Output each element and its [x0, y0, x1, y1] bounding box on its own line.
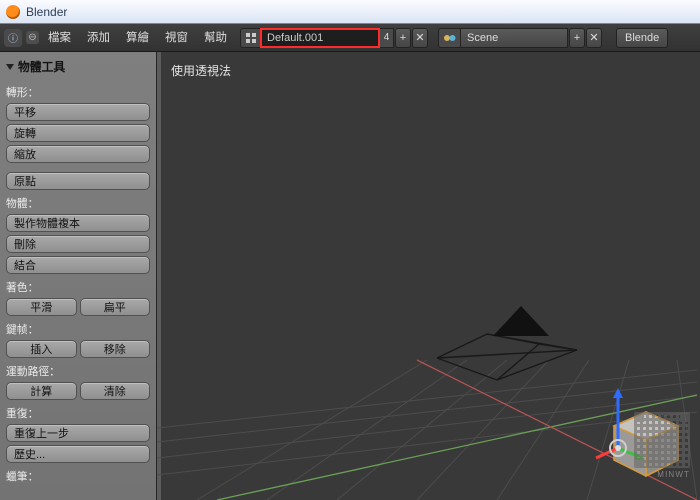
scene-name-input[interactable]	[460, 28, 568, 48]
screen-layout-chooser: 4 + ✕	[240, 28, 428, 48]
scene-add-button[interactable]: +	[569, 28, 585, 48]
keyframe-insert-button[interactable]: 插入	[6, 340, 77, 358]
menu-window[interactable]: 視窗	[158, 24, 195, 52]
rotate-button[interactable]: 旋轉	[6, 124, 150, 142]
window-title: Blender	[26, 5, 67, 19]
translate-button[interactable]: 平移	[6, 103, 150, 121]
info-header: ⓘ ⊖ 檔案 添加 算繪 視窗 幫助 4 + ✕ + ✕ Blende	[0, 24, 700, 52]
duplicate-button[interactable]: 製作物體複本	[6, 214, 150, 232]
shade-smooth-button[interactable]: 平滑	[6, 298, 77, 316]
blender-logo-icon	[6, 5, 20, 19]
menu-add[interactable]: 添加	[80, 24, 117, 52]
menu-file[interactable]: 檔案	[41, 24, 78, 52]
label-greasepencil: 蠟筆：	[6, 468, 150, 484]
scene-chooser: + ✕	[438, 28, 602, 48]
watermark-text: MINWT	[620, 470, 690, 479]
screen-layout-add-button[interactable]: +	[395, 28, 411, 48]
motionpath-row: 計算 清除	[6, 382, 150, 400]
3d-viewport[interactable]: 使用透視法	[157, 52, 700, 500]
window-titlebar: Blender	[0, 0, 700, 24]
history-button[interactable]: 歷史...	[6, 445, 150, 463]
panel-title: 物體工具	[18, 58, 65, 75]
collapse-menu-toggle[interactable]: ⊖	[26, 31, 39, 44]
disclosure-triangle-icon	[6, 64, 14, 70]
motionpath-clear-button[interactable]: 清除	[80, 382, 151, 400]
persp-label: 使用透視法	[171, 62, 231, 79]
scale-button[interactable]: 縮放	[6, 145, 150, 163]
screen-layout-users[interactable]: 4	[380, 28, 394, 48]
label-repeat: 重復：	[6, 405, 150, 421]
shade-flat-button[interactable]: 扁平	[80, 298, 151, 316]
join-button[interactable]: 結合	[6, 256, 150, 274]
tool-shelf: 物體工具 轉形： 平移 旋轉 縮放 原點 物體： 製作物體複本 刪除 結合 著色…	[0, 52, 157, 500]
render-engine-selector[interactable]: Blende	[616, 28, 668, 48]
qr-icon	[634, 412, 690, 468]
keyframes-row: 插入 移除	[6, 340, 150, 358]
delete-button[interactable]: 刪除	[6, 235, 150, 253]
shading-row: 平滑 扁平	[6, 298, 150, 316]
repeat-last-button[interactable]: 重復上一步	[6, 424, 150, 442]
watermark: MINWT	[620, 412, 690, 482]
screen-layout-delete-button[interactable]: ✕	[412, 28, 428, 48]
scene-delete-button[interactable]: ✕	[586, 28, 602, 48]
label-transform: 轉形：	[6, 84, 150, 100]
origin-button[interactable]: 原點	[6, 172, 150, 190]
editor-type-icon[interactable]: ⓘ	[4, 29, 22, 47]
label-object: 物體：	[6, 195, 150, 211]
keyframe-remove-button[interactable]: 移除	[80, 340, 151, 358]
screen-layout-name-input[interactable]	[260, 28, 380, 48]
motionpath-calculate-button[interactable]: 計算	[6, 382, 77, 400]
panel-header[interactable]: 物體工具	[6, 58, 150, 75]
label-keyframes: 鍵帧：	[6, 321, 150, 337]
label-shading: 著色：	[6, 279, 150, 295]
screen-layout-browse-icon[interactable]	[240, 28, 260, 48]
label-motionpath: 運動路徑：	[6, 363, 150, 379]
camera-object	[427, 300, 587, 410]
menu-help[interactable]: 幫助	[197, 24, 234, 52]
scene-browse-icon[interactable]	[438, 28, 460, 48]
menu-render[interactable]: 算繪	[119, 24, 156, 52]
